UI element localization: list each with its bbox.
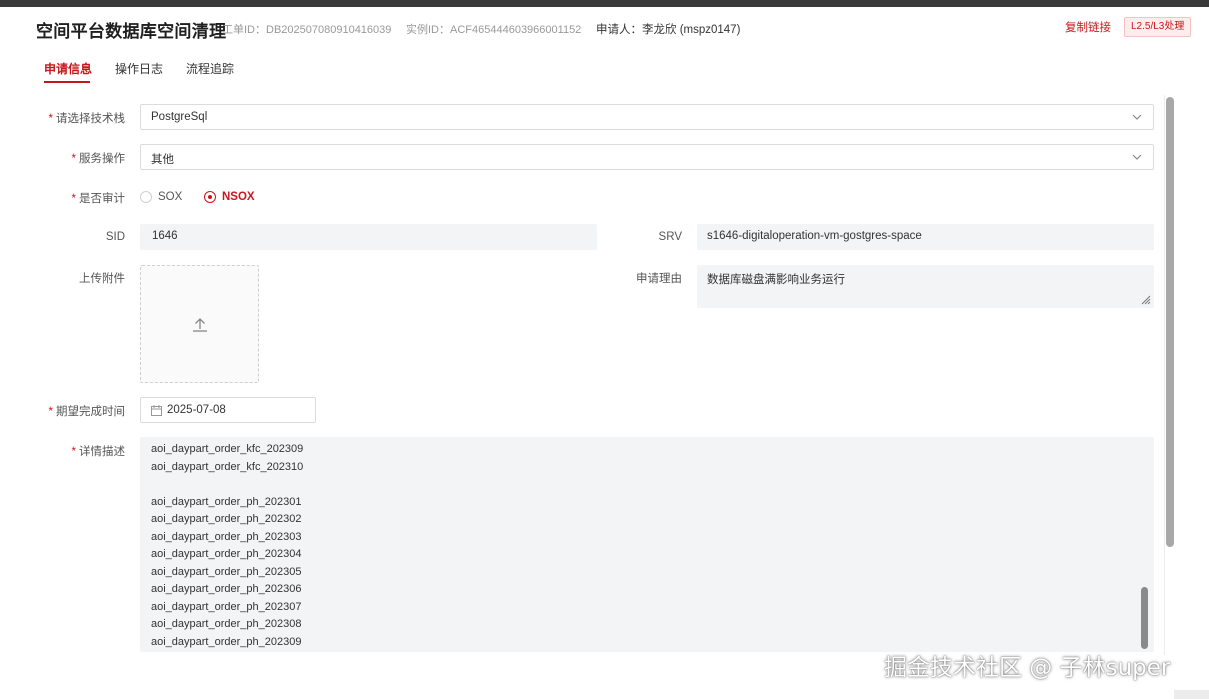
attachment-label: 上传附件 [79,273,125,285]
upload-attachment-area[interactable] [140,265,259,383]
reason-textarea[interactable]: 数据库磁盘满影响业务运行 [697,265,1154,308]
active-tab-indicator [44,81,90,83]
radio-nsox-label: NSOX [222,191,255,203]
tab-bar: 申请信息 操作日志 流程追踪 [0,58,1209,88]
audit-label: * 是否审计 [71,193,125,205]
detail-lines: aoi_daypart_order_kfc_202309 aoi_daypart_… [151,441,303,651]
radio-circle-checked [204,191,216,203]
upload-icon [193,318,207,332]
corner-decoration [1174,690,1209,699]
page-header: 空间平台数据库空间清理 工单ID：DB202507080910416039 实例… [0,7,1209,47]
detail-line: aoi_daypart_order_ph_202302 [151,513,302,525]
detail-line: aoi_daypart_order_ph_202306 [151,583,302,595]
page-title: 空间平台数据库空间清理 [36,22,227,41]
tab-process-tracking[interactable]: 流程追踪 [186,60,234,77]
page-scrollbar[interactable] [1166,97,1174,547]
service-operation-value: 其他 [151,154,174,166]
detail-line [151,476,303,494]
chevron-down-icon [1132,114,1142,120]
srv-label: SRV [658,231,682,243]
sid-field: 1646 [140,224,597,250]
detail-line: aoi_daypart_order_kfc_202309 [151,443,304,455]
detail-line: aoi_daypart_order_ph_202304 [151,548,302,560]
detail-line: aoi_daypart_order_kfc_202310 [151,460,304,473]
detail-label: * 详情描述 [71,446,125,458]
srv-field: s1646-digitaloperation-vm-gostgres-space [697,224,1154,250]
copy-link-button[interactable]: 复制链接 [1065,19,1111,35]
calendar-icon [151,405,162,416]
detail-textarea[interactable]: aoi_daypart_order_kfc_202309 aoi_daypart_… [140,437,1154,652]
detail-line: aoi_daypart_order_ph_202305 [151,565,302,578]
radio-sox-label: SOX [158,191,183,203]
detail-line: aoi_daypart_order_ph_202303 [151,530,302,543]
tech-stack-label: * 请选择技术栈 [48,113,125,125]
detail-line: aoi_daypart_order_ph_202301 [151,495,302,508]
service-operation-select[interactable]: 其他 [140,144,1154,170]
sid-label: SID [105,231,125,243]
detail-line: aoi_daypart_order_ph_202309 [151,635,302,648]
radio-circle [140,191,152,203]
tab-application-info[interactable]: 申请信息 [44,60,92,77]
instance-id: 实例ID：ACF465444603966001152 [406,24,582,36]
due-date-picker[interactable]: 2025-07-08 [140,397,316,423]
chevron-down-icon [1132,154,1142,160]
reason-label: 申请理由 [636,273,682,285]
tab-operation-log[interactable]: 操作日志 [115,60,163,77]
level-badge: L2.5/L3处理 [1124,17,1192,37]
applicant: 申请人：李龙欣 (mspz0147) [596,24,741,36]
tech-stack-select[interactable]: PostgreSql [140,104,1154,130]
resize-grip-icon[interactable] [1140,294,1151,305]
due-date-value: 2025-07-08 [167,404,226,416]
detail-line: aoi_daypart_order_ph_202307 [151,600,302,613]
detail-scrollbar[interactable] [1141,587,1148,649]
ticket-id: 工单ID：DB202507080910416039 [222,24,392,36]
reason-value: 数据库磁盘满影响业务运行 [707,274,845,286]
watermark: 掘金技术社区 @ 子林super [884,655,1171,681]
service-operation-label: * 服务操作 [71,153,125,165]
sid-value: 1646 [152,230,178,242]
due-date-label: * 期望完成时间 [48,406,125,418]
srv-value: s1646-digitaloperation-vm-gostgres-space [707,230,922,242]
window-top-bar [0,0,1209,7]
tech-stack-value: PostgreSql [151,111,208,123]
detail-line: aoi_daypart_order_ph_202308 [151,618,302,630]
